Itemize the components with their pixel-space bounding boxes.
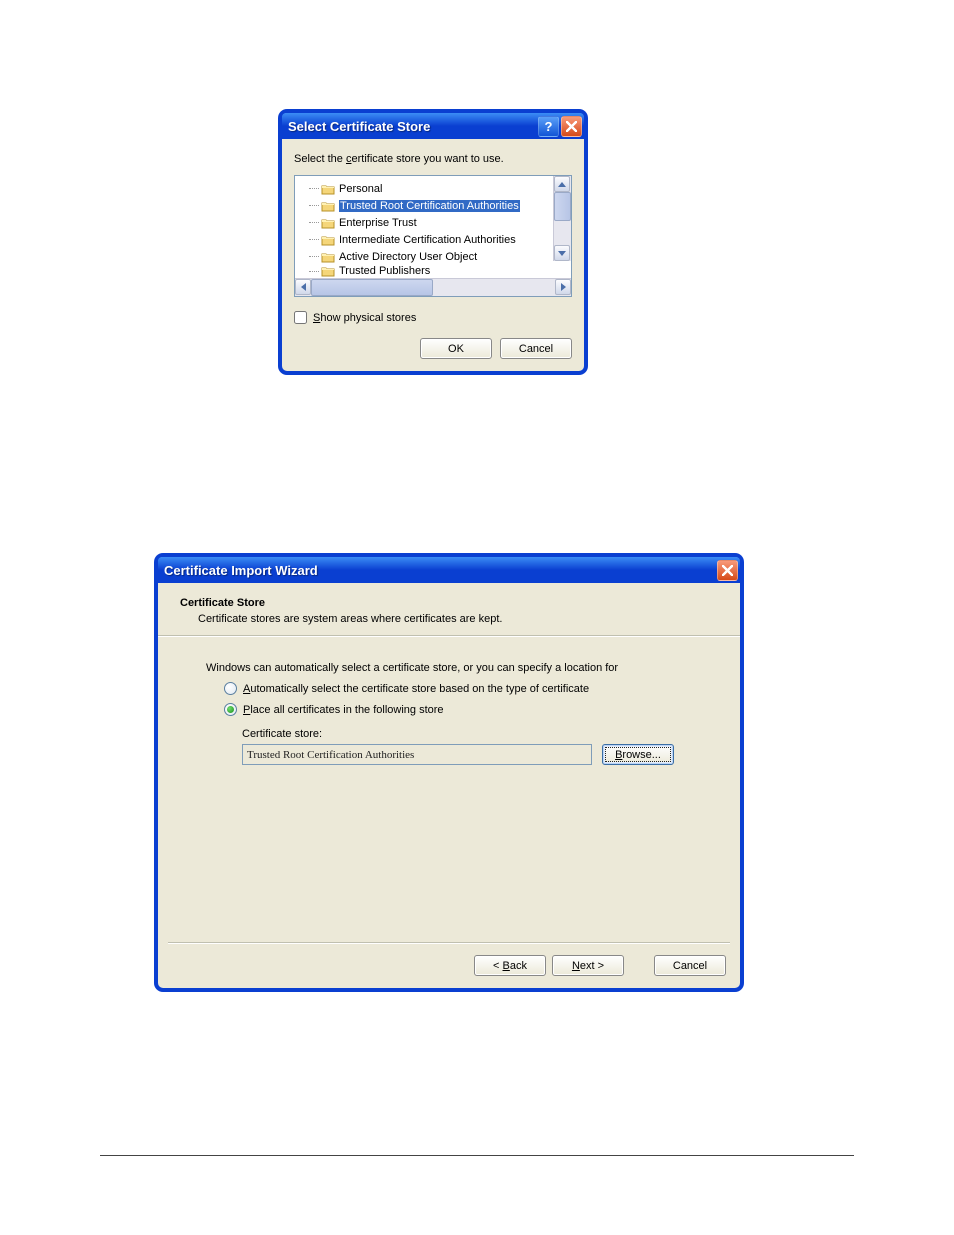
tree-item[interactable]: Enterprise Trust [295, 214, 571, 231]
wizard-header: Certificate Store Certificate stores are… [158, 583, 740, 636]
scroll-track[interactable] [311, 279, 555, 296]
wizard-intro-text: Windows can automatically select a certi… [206, 662, 710, 674]
tree-item-label: Enterprise Trust [339, 217, 417, 229]
folder-icon [321, 217, 335, 229]
page-separator [100, 1155, 854, 1156]
cancel-button[interactable]: Cancel [654, 955, 726, 976]
certificate-store-group: Certificate store: Browse... [242, 728, 710, 765]
close-button[interactable] [561, 116, 582, 137]
radio-auto-select[interactable]: Automatically select the certificate sto… [224, 682, 710, 695]
show-physical-stores-checkbox[interactable]: Show physical stores [294, 311, 572, 324]
checkbox-input[interactable] [294, 311, 307, 324]
scroll-right-button[interactable] [555, 279, 571, 295]
ok-button[interactable]: OK [420, 338, 492, 359]
tree-item[interactable]: Trusted Root Certification Authorities [295, 197, 571, 214]
tree-item-label: Personal [339, 183, 382, 195]
help-button[interactable]: ? [538, 116, 559, 137]
radio-place-all[interactable]: Place all certificates in the following … [224, 703, 710, 716]
certificate-import-wizard-dialog: Certificate Import Wizard Certificate St… [155, 554, 743, 991]
radio-icon [224, 703, 237, 716]
folder-icon [321, 265, 335, 277]
scroll-track[interactable] [554, 192, 571, 245]
checkbox-label: Show physical stores [313, 312, 416, 324]
folder-icon [321, 234, 335, 246]
horizontal-scrollbar[interactable] [295, 278, 571, 296]
radio-label: Automatically select the certificate sto… [243, 683, 589, 695]
tree-item-label: Trusted Root Certification Authorities [339, 200, 520, 212]
wizard-content: Windows can automatically select a certi… [158, 636, 740, 942]
dialog-title: Certificate Import Wizard [164, 563, 715, 578]
titlebar[interactable]: Select Certificate Store ? [282, 113, 584, 139]
close-button[interactable] [717, 560, 738, 581]
certificate-store-field[interactable] [242, 744, 592, 765]
tree-item[interactable]: Trusted Publishers [295, 265, 571, 277]
tree-item[interactable]: Active Directory User Object [295, 248, 571, 265]
scroll-down-button[interactable] [554, 245, 570, 261]
tree-item[interactable]: Personal [295, 180, 571, 197]
folder-icon [321, 251, 335, 263]
titlebar[interactable]: Certificate Import Wizard [158, 557, 740, 583]
store-label: Certificate store: [242, 728, 710, 740]
certificate-store-tree[interactable]: Personal Trusted Root Certification Auth… [294, 175, 572, 297]
instruction-text: Select the certificate store you want to… [294, 153, 572, 165]
back-button[interactable]: < Back [474, 955, 546, 976]
scroll-left-button[interactable] [295, 279, 311, 295]
wizard-subheading: Certificate stores are system areas wher… [198, 613, 718, 625]
radio-icon [224, 682, 237, 695]
select-certificate-store-dialog: Select Certificate Store ? Select the ce… [279, 110, 587, 374]
scroll-thumb[interactable] [311, 279, 433, 296]
scroll-thumb[interactable] [554, 192, 571, 221]
browse-button[interactable]: Browse... [602, 744, 674, 765]
vertical-scrollbar[interactable] [553, 176, 571, 261]
dialog-title: Select Certificate Store [288, 119, 536, 134]
tree-item[interactable]: Intermediate Certification Authorities [295, 231, 571, 248]
radio-label: Place all certificates in the following … [243, 704, 444, 716]
next-button[interactable]: Next > [552, 955, 624, 976]
cancel-button[interactable]: Cancel [500, 338, 572, 359]
tree-item-label: Active Directory User Object [339, 251, 477, 263]
scroll-up-button[interactable] [554, 176, 570, 192]
wizard-heading: Certificate Store [180, 597, 718, 609]
tree-item-label: Trusted Publishers [339, 265, 430, 277]
folder-icon [321, 183, 335, 195]
tree-item-label: Intermediate Certification Authorities [339, 234, 516, 246]
folder-icon [321, 200, 335, 212]
